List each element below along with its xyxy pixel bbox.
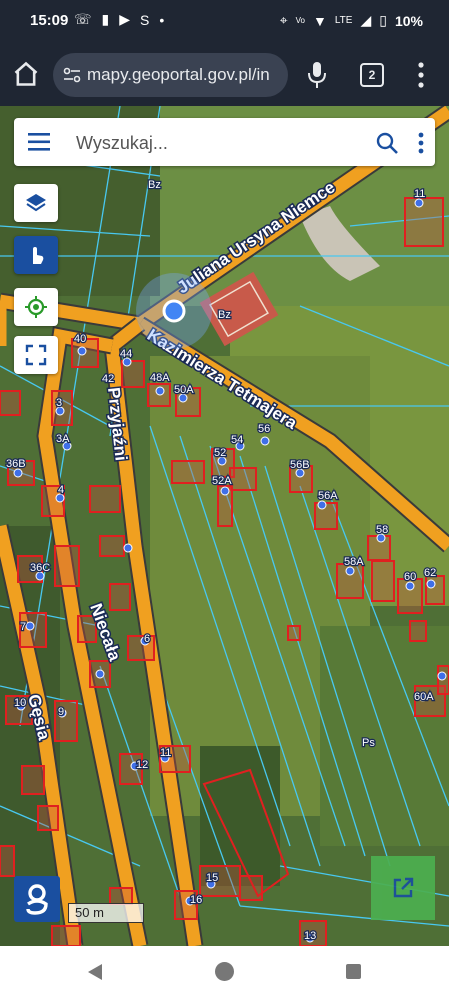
system-navigation-bar xyxy=(0,946,449,998)
address-bar[interactable]: mapy.geoportal.gov.pl/in xyxy=(53,53,288,97)
wifi-icon: ▼ xyxy=(313,12,327,29)
home-button[interactable] xyxy=(215,962,234,981)
recent-apps-button[interactable] xyxy=(346,964,361,979)
touch-info-button[interactable] xyxy=(14,236,58,274)
youtube-icon: ▶ xyxy=(119,11,131,27)
land-use-label: Bz xyxy=(218,309,231,321)
current-location-marker xyxy=(162,299,186,323)
house-number: 11 xyxy=(160,747,171,759)
pointer-hand-icon xyxy=(33,247,44,264)
house-number: 58 xyxy=(376,524,388,536)
house-number: 3A xyxy=(56,433,70,445)
house-number: 13 xyxy=(304,930,316,942)
house-number: 36C xyxy=(30,562,50,574)
house-number: 62 xyxy=(424,567,436,579)
dot-icon: • xyxy=(159,11,165,28)
s-app-icon: S xyxy=(140,11,150,28)
house-number: 58A xyxy=(344,556,364,568)
volte-icon: Vo xyxy=(295,16,305,25)
layers-icon xyxy=(26,194,46,212)
house-number: 56 xyxy=(258,423,270,435)
external-link-icon xyxy=(393,877,414,898)
house-number: 6 xyxy=(144,633,150,645)
house-number: 40 xyxy=(74,333,86,345)
house-number: 10 xyxy=(14,697,26,709)
hamburger-menu-icon[interactable] xyxy=(28,132,50,152)
map-search-bar xyxy=(14,118,435,166)
house-number: 54 xyxy=(231,434,243,446)
crosshair-icon xyxy=(25,296,47,318)
search-input[interactable] xyxy=(74,126,358,160)
map-canvas[interactable]: Juliana Ursyna Niemce Kazimierza Tetmaje… xyxy=(0,106,449,946)
search-options-icon[interactable] xyxy=(418,132,424,154)
house-number: 15 xyxy=(206,872,218,884)
geoportal-logo-icon xyxy=(26,884,48,915)
battery-icon: ▯ xyxy=(379,12,387,28)
site-settings-icon[interactable] xyxy=(63,66,81,84)
map-view[interactable]: Juliana Ursyna Niemce Kazimierza Tetmaje… xyxy=(0,106,449,946)
url-text: mapy.geoportal.gov.pl/in xyxy=(87,65,270,84)
land-use-label: Ps xyxy=(362,737,375,749)
house-number: 52A xyxy=(212,475,232,487)
geoportal-logo-button[interactable] xyxy=(14,876,60,922)
location-icon: ⌖ xyxy=(279,12,288,28)
house-number: 56A xyxy=(318,490,338,502)
house-number: 52 xyxy=(214,447,226,459)
home-icon[interactable] xyxy=(12,60,40,88)
fullscreen-button[interactable] xyxy=(14,336,58,374)
house-number: 16 xyxy=(190,894,202,906)
clock: 15:09 xyxy=(30,12,69,29)
open-external-button[interactable] xyxy=(371,856,435,920)
battery-saver-icon: ▮ xyxy=(101,11,110,27)
house-number: 56B xyxy=(290,459,310,471)
house-number: 7 xyxy=(20,621,26,633)
locate-me-button[interactable] xyxy=(14,288,58,326)
house-number: 48A xyxy=(150,372,170,384)
house-number: 9 xyxy=(58,706,64,718)
back-icon[interactable] xyxy=(86,963,104,981)
house-number: 12 xyxy=(136,759,148,771)
microphone-icon[interactable] xyxy=(306,61,328,89)
house-number: 42 xyxy=(102,373,114,385)
land-use-label: Bz xyxy=(148,179,161,191)
scale-label: 50 m xyxy=(75,905,104,920)
house-number: 11 xyxy=(414,188,425,200)
browser-toolbar: mapy.geoportal.gov.pl/in 2 xyxy=(0,44,449,106)
status-bar: 15:09 ☏ ▮ ▶ S • ⌖ Vo ▼ LTE ◢ ▯ 10% xyxy=(0,0,449,44)
tab-switcher-button[interactable]: 2 xyxy=(360,63,384,87)
house-number: 60A xyxy=(414,691,434,703)
house-number: 36B xyxy=(6,458,26,470)
fullscreen-icon xyxy=(25,344,47,366)
signal-icon: ◢ xyxy=(360,12,372,28)
layers-button[interactable] xyxy=(14,184,58,222)
house-number: 50A xyxy=(174,384,194,396)
house-number: 4 xyxy=(58,484,64,496)
search-icon[interactable] xyxy=(376,132,398,154)
house-number: 3 xyxy=(56,397,62,409)
house-number: 60 xyxy=(404,571,416,583)
lte-label: LTE xyxy=(334,15,353,26)
missed-call-icon: ☏ xyxy=(74,11,92,27)
scale-bar: 50 m xyxy=(68,903,144,923)
battery-percent: 10% xyxy=(394,12,423,29)
browser-menu-icon[interactable] xyxy=(417,62,425,88)
house-number: 44 xyxy=(120,348,132,360)
